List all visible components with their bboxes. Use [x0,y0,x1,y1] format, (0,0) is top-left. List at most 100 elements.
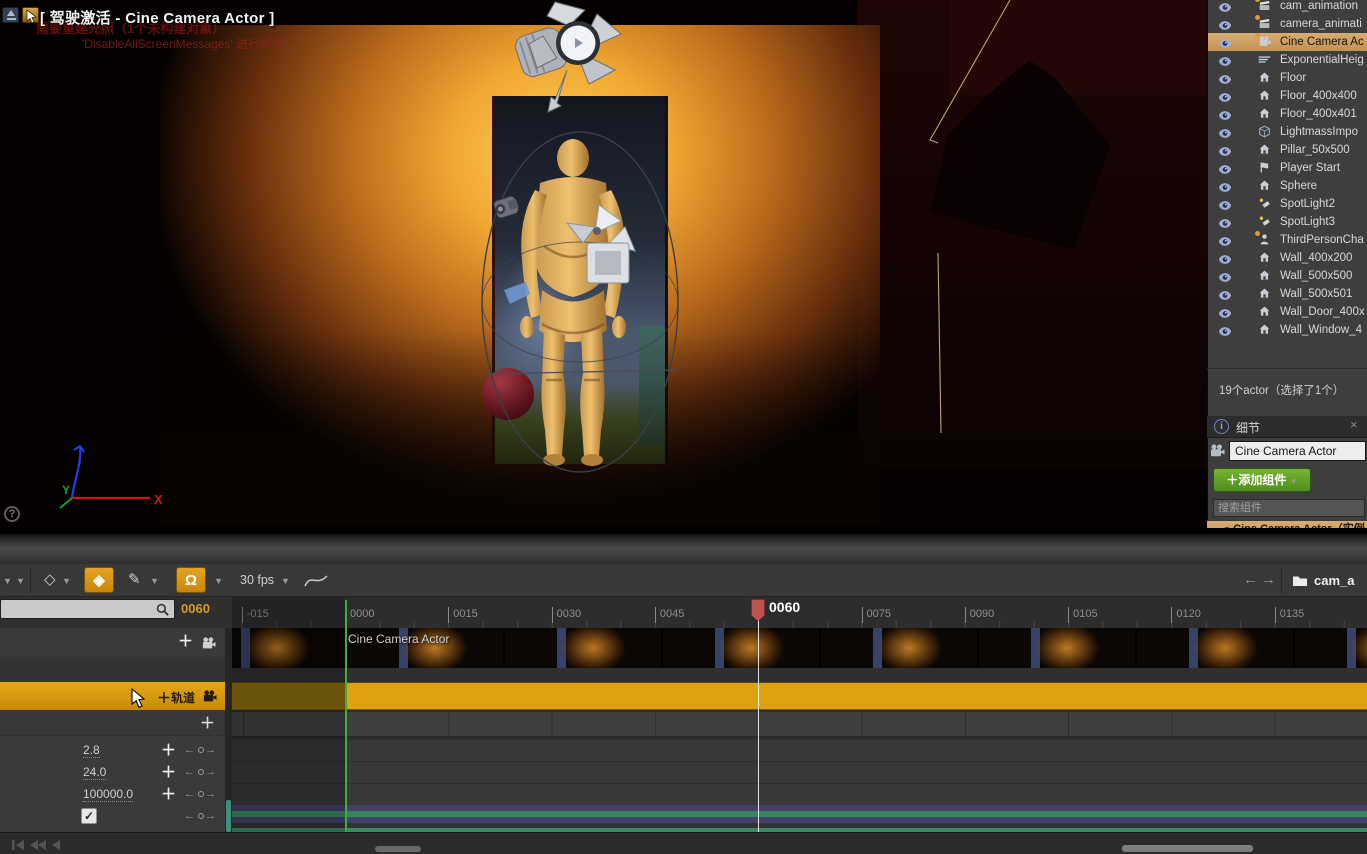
value-field[interactable]: 24.0 [83,765,107,780]
outliner-row[interactable]: Wall_400x200 [1208,249,1367,267]
chevron-down-icon[interactable]: ▼ [281,576,290,586]
details-icon: i [1214,419,1229,434]
checkbox[interactable]: ✓ [81,808,97,824]
add-property-row[interactable]: ＋ [0,712,232,736]
transport-icons[interactable] [12,839,72,851]
key-nav[interactable]: ← → [184,766,218,778]
outliner-row[interactable]: Wall_Door_400x [1208,303,1367,321]
scrollbar-thumb[interactable] [226,800,231,832]
scrollbar-thumb[interactable] [375,846,421,852]
outliner-row[interactable]: Sphere [1208,177,1367,195]
actor-label: cam_animation [1280,0,1358,12]
checkbox-row: ✓ ← → [0,806,232,828]
house-icon [1258,143,1272,157]
outliner-row[interactable]: Floor_400x400 [1208,87,1367,105]
nav-forward-button[interactable]: → [1261,571,1276,588]
ruler-tick: 0030 [551,607,581,623]
add-track-row[interactable]: ＋ 轨道 [0,682,232,710]
ruler-tick: 0105 [1068,607,1098,623]
chevron-down-icon[interactable]: ▼ [214,576,223,586]
key-next-icon: → [205,744,218,756]
outliner-row[interactable]: Wall_500x500 [1208,267,1367,285]
add-key-icon[interactable]: ＋ [161,743,176,758]
chevron-down-icon[interactable]: ▼ [150,576,159,586]
edit-pencil-icon[interactable]: ✎ [128,570,141,588]
key-add-icon [198,813,204,819]
close-icon[interactable]: × [1350,417,1358,432]
outliner-row[interactable]: Pillar_50x500 [1208,141,1367,159]
keyframe-icon[interactable]: ◇ [44,570,56,588]
actor-label: SpotLight3 [1280,216,1335,228]
details-panel [1207,416,1367,438]
key-next-icon: → [205,810,218,822]
actor-label: Cine Camera Ac [1280,36,1364,48]
actor-name-input[interactable] [1229,441,1366,461]
house-icon [1258,251,1272,265]
sequencer-toolbar: ▼ ▼ ◇ ▼ ◈ ✎ ▼ Ω ▼ 30 fps ▼ ← → cam_a [0,564,1367,597]
outliner-row[interactable]: Wall_500x501 [1208,285,1367,303]
nav-back-button[interactable]: ← [1243,571,1258,588]
volume-icon [1258,125,1272,139]
outliner-row[interactable]: cam_animation [1208,0,1367,15]
ruler-tick: 0000 [345,607,374,623]
breadcrumb[interactable]: cam_a [1314,573,1354,588]
actor-label: SpotLight2 [1280,198,1335,210]
scrollbar[interactable] [225,628,232,832]
outliner-row[interactable]: Cine Camera Ac [1208,33,1367,51]
add-key-icon[interactable]: ＋ [161,787,176,802]
eject-button[interactable] [2,7,19,23]
chevron-down-icon[interactable]: ▼ [62,576,71,586]
key-prev-icon: ← [184,810,197,822]
key-nav[interactable]: ← → [184,810,218,822]
ruler-tick: 0045 [654,607,684,623]
camera-icon[interactable] [201,689,218,704]
curve-editor-icon[interactable] [304,572,328,588]
component-search-input[interactable] [1213,499,1365,517]
autokey-button[interactable]: ◈ [84,567,114,593]
outliner-row[interactable]: ThirdPersonCha [1208,231,1367,249]
frame-input[interactable]: 0060 [181,601,210,616]
add-icon[interactable]: ＋ [178,634,193,649]
viewport[interactable]: X Y ? 需要重建光照（1个未构建对象） 'DisableAllScreenM… [0,0,1207,528]
actor-label: Pillar_50x500 [1280,144,1350,156]
camera-track-header[interactable]: ＋ [0,628,232,658]
outliner-row[interactable]: SpotLight2 [1208,195,1367,213]
outliner-row[interactable]: camera_animati [1208,15,1367,33]
actor-label: Wall_400x200 [1280,252,1353,264]
actor-label: Wall_500x501 [1280,288,1353,300]
ruler-tick: 0120 [1171,607,1201,623]
add-icon[interactable]: ＋ [200,716,215,731]
value-field[interactable]: 100000.0 [83,787,134,802]
chevron-down-icon: ▼ [1289,477,1298,486]
track-search-input[interactable] [0,599,175,619]
playhead-line [758,620,759,832]
outliner-row[interactable]: LightmassImpo [1208,123,1367,141]
outliner-row[interactable]: Wall_Window_4 [1208,321,1367,339]
outliner-row[interactable]: SpotLight3 [1208,213,1367,231]
help-icon[interactable]: ? [4,506,20,522]
key-nav[interactable]: ← → [184,788,218,800]
selected-track-bar[interactable] [232,682,1367,710]
outliner-row[interactable]: Player Start [1208,159,1367,177]
transform-section-row[interactable] [232,712,1367,738]
fps-dropdown[interactable]: 30 fps [240,573,274,587]
ruler-tick: 0075 [861,607,891,623]
add-component-button[interactable]: ＋添加组件 ▼ [1213,468,1311,492]
outliner-row[interactable]: ExponentialHeig [1208,51,1367,69]
key-add-icon [198,769,204,775]
tab-details[interactable]: 细节 [1236,419,1260,436]
key-nav[interactable]: ← → [184,744,218,756]
camera-icon[interactable] [200,636,217,651]
outliner-row[interactable]: Floor [1208,69,1367,87]
outliner-row[interactable]: Floor_400x401 [1208,105,1367,123]
value-field[interactable]: 2.8 [83,743,100,758]
possess-button[interactable] [22,7,39,24]
key-next-icon: → [205,788,218,800]
actor-label: Player Start [1280,162,1341,174]
snap-button[interactable]: Ω [176,567,206,593]
add-key-icon[interactable]: ＋ [161,765,176,780]
scrollbar-thumb[interactable] [1122,845,1253,852]
add-track-button[interactable]: 轨道 [171,689,195,706]
visibility-eye-icon[interactable] [1218,324,1232,342]
partial-dropdown-icon[interactable]: ▼ [3,576,12,586]
